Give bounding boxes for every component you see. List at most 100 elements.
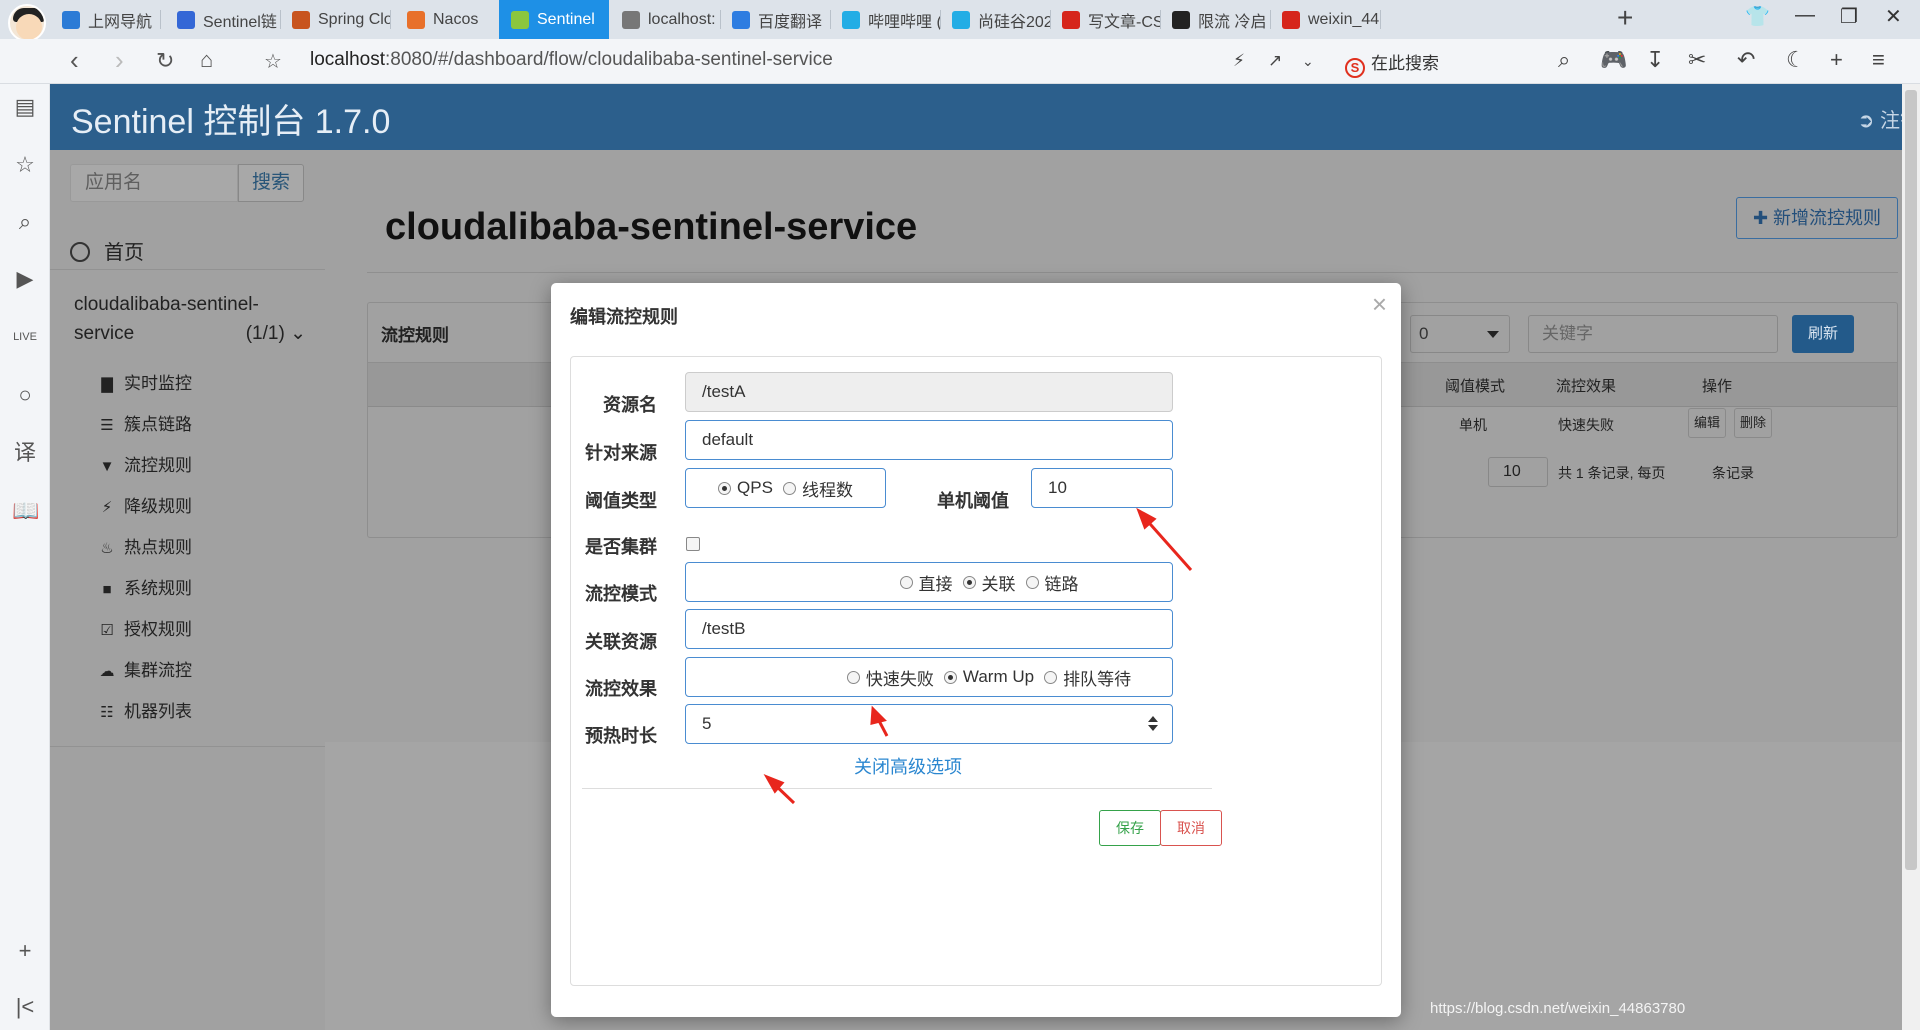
nav-item[interactable]: ☁ 集群流控 [96,656,193,681]
reading-list-icon[interactable]: ▤ [12,94,38,120]
tab-favicon-icon [622,10,640,29]
browser-tab[interactable]: Sentinel× [499,0,609,39]
gamepad-icon[interactable]: 🎮 [1600,47,1627,73]
tab-label: 哔哩哔哩 ( [868,13,940,31]
browser-tab[interactable]: Spring Clo [280,0,390,39]
pager-suffix: 条记录 [1712,465,1754,481]
scrollbar-thumb[interactable] [1905,90,1917,870]
back-icon[interactable]: ‹ [70,45,79,76]
url-path: :8080/#/dashboard/flow/cloudalibaba-sent… [385,49,833,70]
add-icon[interactable]: + [1830,47,1843,73]
sidebar-add-icon[interactable]: + [12,938,38,964]
favorites-star-icon[interactable]: ☆ [12,152,38,178]
browser-tab[interactable]: localhost: [610,0,720,39]
tab-label: localhost: [648,10,716,28]
scissors-icon[interactable]: ✂ [1688,47,1706,73]
reload-icon[interactable]: ↻ [156,48,174,74]
translate-icon[interactable]: 译 [12,440,38,466]
app-search-button[interactable]: 搜索 [238,164,304,202]
sidebar-search-icon[interactable]: ⌕ [12,209,38,235]
page-size-input[interactable]: 10 [1488,457,1548,487]
forward-icon[interactable]: › [115,45,124,76]
home-icon[interactable]: ⌂ [200,47,213,73]
refresh-button[interactable]: 刷新 [1792,315,1854,353]
nav-item[interactable]: ▼ 流控规则 [96,451,192,476]
restore-icon[interactable]: ❐ [1840,4,1858,29]
nav-app-group[interactable]: cloudalibaba-sentinel-service (1/1) ⌄ [74,290,306,348]
page-scrollbar[interactable] [1902,84,1920,1030]
browser-tab[interactable]: 上网导航 [50,0,160,39]
url-field[interactable]: localhost:8080/#/dashboard/flow/cloudali… [310,49,833,71]
app-title: Sentinel 控制台 1.7.0 [71,103,391,141]
nav-item[interactable]: ⚡ 降级规则 [96,492,192,517]
nav-item-label: 授权规则 [124,620,192,639]
search-icon[interactable]: ⌕ [1558,47,1570,73]
nav-item[interactable]: ☷ 机器列表 [96,697,192,722]
browser-sidebar: ▤ ☆ ⌕ ▶ LIVE ○ 译 📖 + |< [0,84,50,1030]
browser-tab[interactable]: 限流 冷启 [1160,0,1270,39]
video-icon[interactable]: ▶ [12,266,38,292]
app-search-input[interactable]: 应用名 [70,164,238,202]
add-flow-rule-button[interactable]: ✚ 新增流控规则 [1736,197,1898,239]
browser-tab[interactable]: 百度翻译 [720,0,830,39]
nav-item-label: 热点规则 [124,538,192,557]
lightning-icon[interactable]: ⚡ [1233,51,1245,71]
menu-icon[interactable]: ≡ [1872,47,1885,73]
chat-icon[interactable]: ○ [12,382,38,408]
nav-item[interactable]: ♨ 热点规则 [96,533,192,558]
check-square-icon: ☑ [100,622,114,639]
live-icon[interactable]: LIVE [12,324,38,350]
browser-tab-strip: 上网导航 Sentinel链 Spring Clo Nacos Sentinel× loc… [0,0,1920,42]
machine-select[interactable]: 0 [1410,315,1510,353]
nav-item[interactable]: ☰ 簇点链路 [96,410,192,435]
minimize-icon[interactable]: — [1795,4,1815,27]
search-engine-box[interactable]: S 在此搜索 [1345,49,1439,78]
tab-separator [1380,10,1381,29]
download-icon[interactable]: ↧ [1646,47,1664,73]
nav-home-label: 首页 [104,242,144,264]
edit-rule-button[interactable]: 编辑 [1688,408,1727,438]
bookmark-star-icon[interactable]: ☆ [264,49,282,74]
machine-select-value: 0 [1419,324,1429,343]
undo-icon[interactable]: ↶ [1737,47,1755,73]
delete-rule-button[interactable]: 删除 [1734,408,1773,438]
browser-tab[interactable]: Nacos [395,0,495,39]
browser-tab[interactable]: 哔哩哔哩 ( [830,0,940,39]
collapse-sidebar-icon[interactable]: |< [12,994,38,1020]
book-icon[interactable]: 📖 [12,498,39,524]
browser-tab[interactable]: 写文章-CS [1050,0,1160,39]
nav-home[interactable]: 首页 [70,236,144,265]
nav-item[interactable]: ■ 系统规则 [96,574,192,599]
search-engine-placeholder: 在此搜索 [1371,54,1439,73]
nav-item-label: 实时监控 [124,374,192,393]
nav-item-label: 簇点链路 [124,415,192,434]
nav-item[interactable]: ▇ 实时监控 [96,369,192,394]
column-actions: 操作 [1702,378,1733,395]
column-effect: 流控效果 [1556,378,1617,395]
app-header: Sentinel 控制台 1.7.0 ➲ 注销 [50,84,1920,150]
browser-tab[interactable]: 尚硅谷202 [940,0,1050,39]
night-mode-icon[interactable]: ☾ [1786,47,1806,73]
nav-app-name: cloudalibaba-sentinel-service [74,294,259,344]
bar-chart-icon: ▇ [101,376,113,393]
cell-effect: 快速失败 [1558,417,1614,433]
chevron-down-icon: ⌄ [284,323,306,344]
keyword-input[interactable]: 关键字 [1528,315,1778,353]
avatar-face [16,14,42,40]
browser-tab[interactable]: Sentinel链 [165,0,280,39]
new-tab-button[interactable]: + [1617,2,1633,34]
tab-separator [390,10,391,29]
flash-icon: ⚡ [101,499,113,516]
arrow-warmup-head [870,705,887,725]
profile-avatar[interactable] [8,4,46,42]
share-icon[interactable]: ↗ [1268,51,1282,71]
browser-tab[interactable]: weixin_44 [1270,0,1380,39]
nav-item-label: 集群流控 [124,661,192,680]
list-icon: ☰ [100,417,114,434]
nav-item[interactable]: ☑ 授权规则 [96,615,192,640]
tab-label: 写文章-CS [1088,13,1160,31]
shirt-icon[interactable]: 👕 [1745,4,1770,29]
close-window-icon[interactable]: ✕ [1885,4,1902,29]
tab-favicon-icon [511,10,529,29]
chevron-down-icon[interactable]: ⌄ [1302,53,1314,70]
